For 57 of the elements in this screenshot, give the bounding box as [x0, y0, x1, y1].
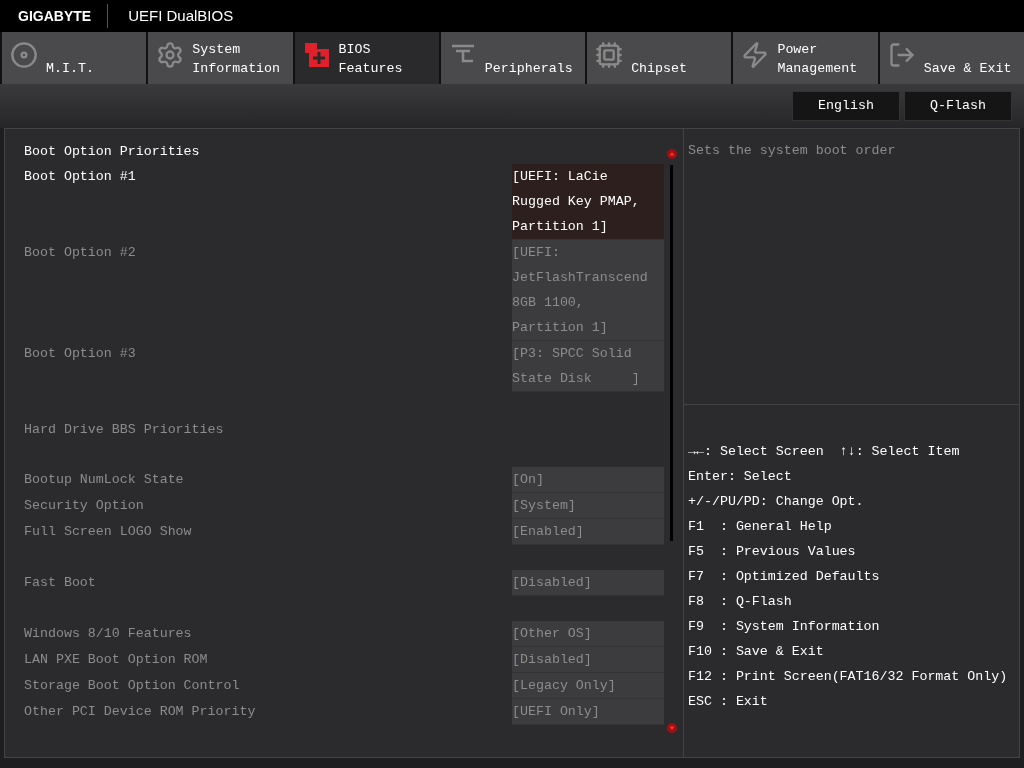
- setting-label[interactable]: Boot Option #3: [24, 341, 512, 366]
- nav-tab[interactable]: System Information: [148, 32, 293, 84]
- section-title: Boot Option Priorities: [24, 143, 201, 161]
- setting-label[interactable]: Hard Drive BBS Priorities: [24, 417, 512, 442]
- nav-tab[interactable]: Power Management: [733, 32, 878, 84]
- setting-value[interactable]: [Legacy Only]: [512, 673, 664, 699]
- setting-value[interactable]: [UEFI: JetFlashTranscend 8GB 1100, Partition 1]: [512, 240, 664, 341]
- key-hint: +/-/PU/PD: Change Opt.: [688, 493, 865, 511]
- disc-icon: [10, 41, 38, 69]
- toolbar-button[interactable]: Q-Flash: [904, 91, 1012, 121]
- scrollbar-thumb[interactable]: [670, 165, 673, 541]
- setting-label[interactable]: Full Screen LOGO Show: [24, 519, 512, 544]
- key-hint: F8 : Q-Flash: [688, 593, 793, 611]
- key-hint: ↑↓: Select Item: [839, 443, 960, 461]
- exit-icon: [887, 41, 916, 69]
- nav-tab[interactable]: Peripherals: [440, 32, 586, 84]
- setting-label[interactable]: Storage Boot Option Control: [24, 673, 512, 698]
- setting-label[interactable]: Other PCI Device ROM Priority: [24, 699, 512, 724]
- key-hint: F5 : Previous Values: [688, 543, 857, 561]
- setting-value[interactable]: [Enabled]: [512, 519, 664, 545]
- setting-value[interactable]: [P3: SPCC Solid State Disk ]: [512, 341, 664, 392]
- chip-plus-icon: [302, 41, 331, 69]
- setting-value[interactable]: [UEFI Only]: [512, 699, 664, 725]
- key-hint: ESC : Exit: [688, 693, 769, 711]
- setting-value[interactable]: [Disabled]: [512, 570, 664, 596]
- key-hint: F10 : Save & Exit: [688, 643, 825, 661]
- setting-value[interactable]: [Other OS]: [512, 621, 664, 647]
- key-hint: Enter: Select: [688, 468, 793, 486]
- nav-tab[interactable]: Chipset: [587, 32, 732, 84]
- key-hint: F12 : Print Screen(FAT16/32 Format Only): [688, 668, 1009, 686]
- nav-tab[interactable]: BIOS Features: [294, 32, 439, 84]
- lightning-icon: [741, 41, 770, 69]
- key-hint: F9 : System Information: [688, 618, 881, 636]
- setting-value[interactable]: [Disabled]: [512, 647, 664, 673]
- brand-logo: GIGABYTE: [17, 6, 93, 26]
- setting-value[interactable]: [UEFI: LaCie Rugged Key PMAP, Partition 1]: [512, 164, 664, 240]
- key-hint: F1 : General Help: [688, 518, 833, 536]
- toolbar-button[interactable]: English: [792, 91, 900, 121]
- scroll-down-icon[interactable]: [667, 723, 677, 733]
- setting-label[interactable]: Security Option: [24, 493, 512, 518]
- setting-label[interactable]: Boot Option #2: [24, 240, 512, 265]
- key-hint: →←: Select Screen: [688, 443, 824, 461]
- settings-icon: [156, 41, 185, 69]
- scroll-up-icon[interactable]: [667, 149, 677, 159]
- chip-icon: [595, 41, 624, 69]
- setting-label[interactable]: Bootup NumLock State: [24, 467, 512, 492]
- key-hint: F7 : Optimized Defaults: [688, 568, 881, 586]
- setting-value[interactable]: [System]: [512, 493, 664, 519]
- setting-label[interactable]: Boot Option #1: [24, 164, 512, 189]
- setting-value[interactable]: [On]: [512, 467, 664, 493]
- setting-label[interactable]: Fast Boot: [24, 570, 512, 595]
- nav-tab[interactable]: M.I.T.: [2, 32, 147, 84]
- setting-label[interactable]: Windows 8/10 Features: [24, 621, 512, 646]
- nav-tab[interactable]: Save & Exit: [879, 32, 1024, 84]
- setting-label[interactable]: LAN PXE Boot Option ROM: [24, 647, 512, 672]
- app-title: UEFI DualBIOS: [127, 5, 234, 26]
- help-text: Sets the system boot order: [688, 143, 896, 158]
